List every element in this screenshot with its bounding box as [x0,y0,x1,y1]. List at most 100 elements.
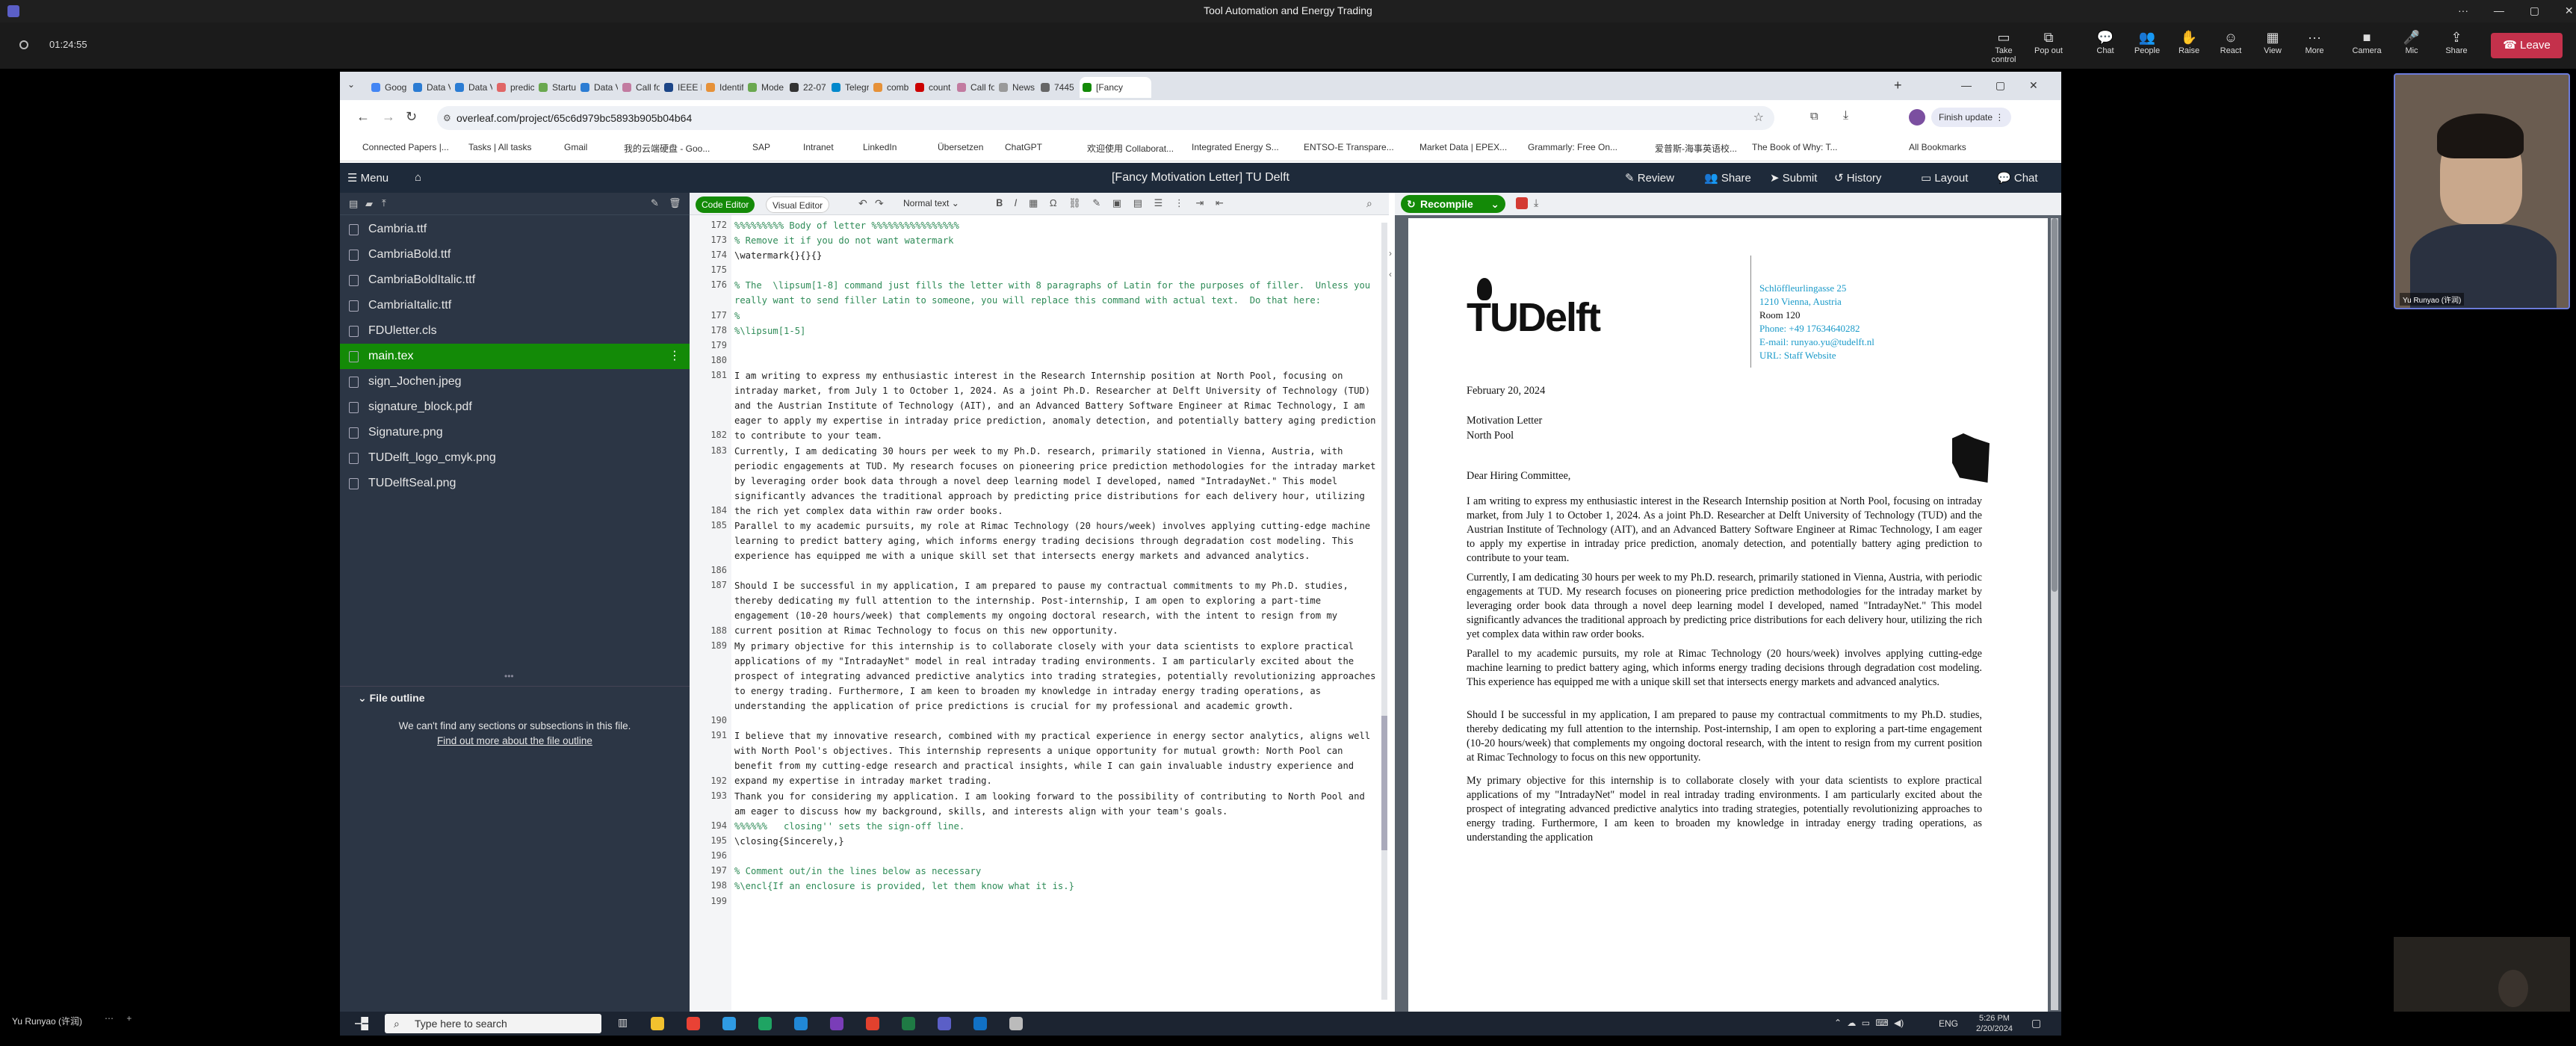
bookmark-item[interactable]: Übersetzen [938,142,983,152]
participant-controls[interactable]: ⋯ + [105,1013,131,1024]
file-item[interactable]: Signature.png [340,420,690,445]
browser-tab[interactable]: comb [870,77,911,98]
file-item[interactable]: CambriaBoldItalic.ttf [340,267,690,293]
outlook-icon[interactable] [973,1017,987,1030]
browser-tab[interactable]: IEEE Eu [661,77,702,98]
bookmark-item[interactable]: Gmail [564,142,587,152]
code-line[interactable]: % Remove it if you do not want watermark [734,233,1377,248]
code-line[interactable]: Parallel to my academic pursuits, my rol… [734,519,1377,563]
app-paint-icon[interactable] [1009,1017,1023,1030]
rename-icon[interactable]: ✎ [651,197,659,209]
share-button[interactable]: 👥 Share [1704,171,1751,185]
code-line[interactable]: % The \lipsum[1-8] command just fills th… [734,278,1377,308]
collapse-arrows[interactable]: › ‹ [1389,248,1395,279]
notification-icon[interactable]: ▢ [2031,1017,2041,1030]
extensions-icon[interactable]: ⧉ [1810,110,1818,123]
app-green-icon[interactable] [758,1017,772,1030]
chat-button[interactable]: 💬 Chat [2084,28,2126,55]
acrobat-icon[interactable] [866,1017,879,1030]
browser-tab[interactable]: Call fo [619,77,660,98]
new-tab-button[interactable]: + [1894,78,1902,93]
browser-tab[interactable]: 22-07 [787,77,827,98]
browser-tab[interactable]: Goog [368,77,409,98]
bookmark-item[interactable]: ChatGPT [1005,142,1042,152]
camera-button[interactable]: ■ Camera [2346,28,2388,55]
bookmark-item[interactable]: All Bookmarks [1909,142,1966,152]
bookmark-item[interactable]: Integrated Energy S... [1192,142,1279,152]
people-button[interactable]: 👥 People [2126,28,2168,55]
browser-tab[interactable]: Identif [703,77,743,98]
window-controls[interactable]: ··· — ▢ ✕ [2458,4,2574,17]
browser-tab[interactable]: Data V [410,77,451,98]
edge-icon[interactable] [722,1017,736,1030]
bookmark-item[interactable]: Tasks | All tasks [468,142,531,152]
back-icon[interactable]: ← [356,109,370,125]
address-line[interactable]: URL: Staff Website [1759,350,1836,362]
review-button[interactable]: ✎ Review [1625,171,1674,185]
code-line[interactable]: \watermark{}{}{} [734,248,1377,263]
code-line[interactable]: %%%%%% closing'' sets the sign-off line. [734,819,1377,834]
file-item[interactable]: CambriaItalic.ttf [340,293,690,318]
pdf-scrollbar[interactable] [2051,218,2058,1010]
file-outline-header[interactable]: ⌄ File outline [340,686,690,708]
code-line[interactable]: % [734,309,1377,324]
task-view-icon[interactable]: ▥ [618,1016,628,1029]
mic-button[interactable]: 🎤 Mic [2391,28,2433,55]
chrome-icon[interactable] [687,1017,700,1030]
code-content[interactable]: %%%%%%%%% Body of letter %%%%%%%%%%%%%%%… [690,193,1389,1012]
bookmark-item[interactable]: 欢迎使用 Collaborat... [1087,142,1174,155]
more-button[interactable]: ··· More [2294,28,2335,55]
teams-icon[interactable] [938,1017,951,1030]
view-button[interactable]: ▦ View [2252,28,2294,55]
bookmark-item[interactable]: ENTSO-E Transpare... [1304,142,1394,152]
pop-out-button[interactable]: ⧉ Pop out [2028,28,2069,55]
new-folder-icon[interactable]: ▰ [365,198,373,210]
bookmark-item[interactable]: Market Data | EPEX... [1419,142,1507,152]
panel-resize-handle[interactable]: ••• [504,671,514,681]
code-line[interactable]: I believe that my innovative research, c… [734,728,1377,788]
leave-button[interactable]: ☎ Leave [2491,33,2563,58]
file-item[interactable]: TUDelft_logo_cmyk.png [340,445,690,471]
file-item[interactable]: CambriaBold.ttf [340,242,690,267]
browser-tab[interactable]: News [996,77,1036,98]
browser-tab[interactable]: Mode [745,77,785,98]
browser-tab[interactable]: 7445 [1038,77,1078,98]
tab-list-icon[interactable]: ⌄ [347,79,355,90]
download-icon[interactable]: ⤓ [1843,109,1848,123]
code-line[interactable]: %%%%%%%%% Body of letter %%%%%%%%%%%%%%%… [734,218,1377,233]
bookmark-item[interactable]: Connected Papers |... [362,142,449,152]
onenote-icon[interactable] [830,1017,843,1030]
participant-video-self[interactable]: Yu Runyao (许润) [2394,73,2570,309]
code-line[interactable]: I am writing to express my enthusiastic … [734,368,1377,443]
browser-tab[interactable]: Data V [578,77,618,98]
taskbar-clock[interactable]: 5:26 PM 2/20/2024 [1976,1013,2013,1034]
site-info-icon[interactable]: ⚙ [443,106,451,130]
share-button[interactable]: ⇪ Share [2436,28,2477,55]
address-line[interactable]: E-mail: runyao.yu@tudelft.nl [1759,336,1874,348]
code-line[interactable]: Currently, I am dedicating 30 hours per … [734,444,1377,519]
upload-icon[interactable]: ⤒ [382,197,386,209]
bookmark-item[interactable]: Intranet [803,142,834,152]
participant-video-other[interactable] [2394,937,2570,1012]
chat-button[interactable]: 💬 Chat [1997,171,2038,185]
delete-icon[interactable]: 🗑 [669,197,681,209]
outline-help-link[interactable]: Find out more about the file outline [340,735,690,746]
recompile-button[interactable]: ↻ Recompile ⌄ [1401,195,1505,213]
code-line[interactable]: % Comment out/in the lines below as nece… [734,864,1377,879]
code-line[interactable]: %\lipsum[1-5] [734,324,1377,338]
reload-icon[interactable]: ↻ [406,109,417,125]
history-button[interactable]: ↺ History [1834,171,1881,185]
file-item[interactable]: main.tex ⋮ [340,344,690,369]
logs-icon[interactable] [1516,197,1528,209]
vscode-icon[interactable] [794,1017,808,1030]
download-pdf-icon[interactable]: ⤓ [1534,196,1538,209]
input-language[interactable]: ENG [1939,1018,1958,1029]
url-bar[interactable]: ⚙ overleaf.com/project/65c6d979bc5893b90… [437,106,1774,130]
bookmark-item[interactable]: Grammarly: Free On... [1528,142,1617,152]
file-menu-icon[interactable]: ⋮ [669,344,681,369]
browser-tab[interactable]: predic [494,77,534,98]
raise-button[interactable]: ✋ Raise [2168,28,2210,55]
file-item[interactable]: sign_Jochen.jpeg [340,369,690,394]
browser-tab[interactable]: Call fo [954,77,994,98]
file-item[interactable]: TUDelftSeal.png [340,471,690,496]
